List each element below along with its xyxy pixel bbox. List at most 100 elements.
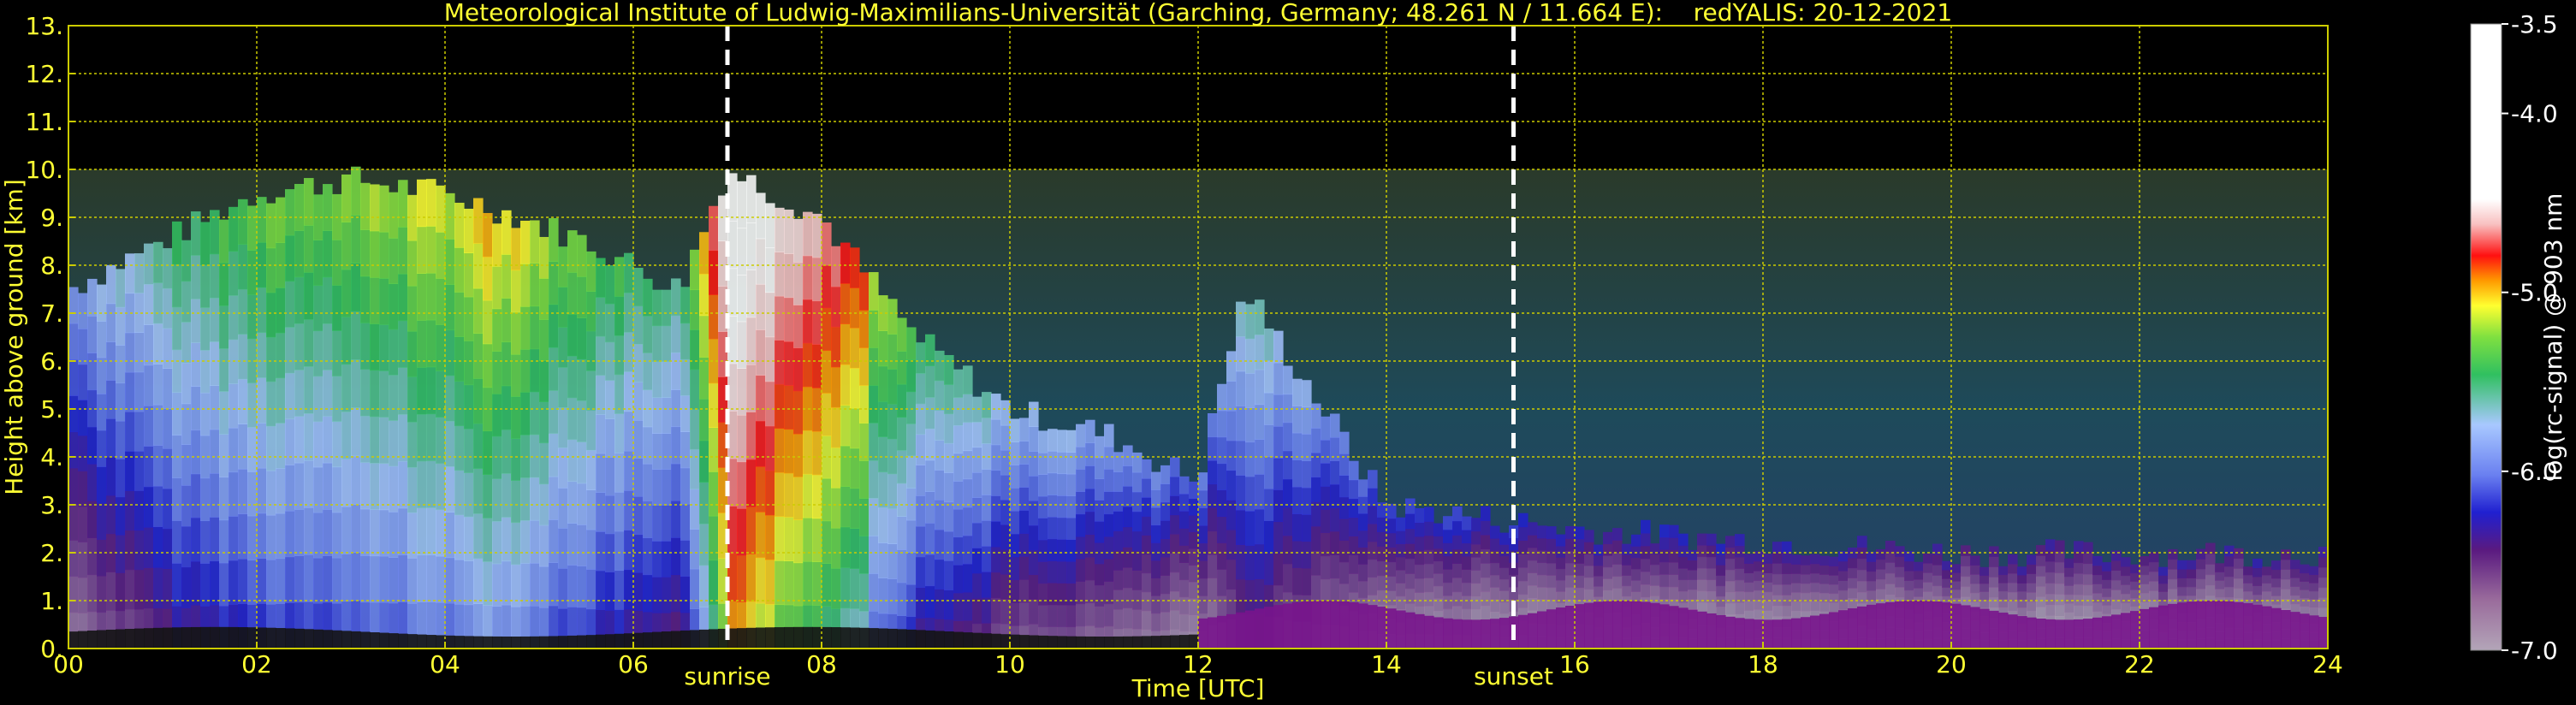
heat-cell bbox=[775, 428, 785, 473]
heat-cell bbox=[1575, 538, 1585, 552]
heat-cell bbox=[1669, 524, 1679, 538]
heat-cell bbox=[1113, 530, 1124, 551]
heat-cell bbox=[831, 487, 841, 529]
boundary-layer-cell bbox=[2187, 601, 2197, 649]
heat-cell bbox=[699, 315, 709, 358]
heat-cell bbox=[812, 518, 822, 562]
heat-cell bbox=[1113, 491, 1124, 512]
x-tick-label: 10 bbox=[994, 650, 1025, 678]
heat-cell bbox=[116, 496, 126, 536]
heat-cell bbox=[483, 474, 493, 518]
heat-cell bbox=[746, 554, 757, 602]
heat-cell bbox=[1452, 520, 1463, 536]
boundary-layer-cell bbox=[2281, 609, 2291, 649]
heat-cell bbox=[1085, 557, 1095, 581]
heat-cell bbox=[1895, 556, 1905, 567]
heat-cell bbox=[191, 473, 201, 518]
heat-cell bbox=[1292, 406, 1303, 434]
heat-cell bbox=[1386, 547, 1397, 563]
heat-cell bbox=[1650, 564, 1660, 576]
heat-cell bbox=[87, 278, 98, 317]
heat-cell bbox=[633, 268, 644, 307]
heat-cell bbox=[2092, 565, 2103, 576]
heat-cell bbox=[200, 222, 211, 265]
heat-cell bbox=[2092, 555, 2103, 566]
heat-cell bbox=[1528, 547, 1538, 561]
heat-cell bbox=[1123, 445, 1133, 466]
heat-cell bbox=[1292, 378, 1303, 406]
heat-cell bbox=[897, 417, 907, 451]
heat-cell bbox=[1857, 580, 1867, 593]
heat-cell bbox=[238, 378, 248, 425]
boundary-layer-cell bbox=[360, 631, 371, 649]
heat-cell bbox=[370, 509, 380, 557]
heat-cell bbox=[426, 366, 436, 415]
heat-cell bbox=[859, 573, 870, 612]
heat-cell bbox=[492, 435, 502, 479]
heat-cell bbox=[699, 398, 709, 441]
heat-cell bbox=[502, 254, 512, 299]
heat-cell bbox=[567, 355, 578, 399]
heat-cell bbox=[1029, 599, 1039, 625]
heat-cell bbox=[614, 491, 625, 532]
heat-cell bbox=[1000, 400, 1011, 426]
heat-cell bbox=[1245, 304, 1255, 340]
heat-cell bbox=[1170, 457, 1180, 477]
heat-cell bbox=[134, 332, 145, 373]
heat-cell bbox=[1829, 575, 1839, 585]
heat-cell bbox=[473, 468, 484, 514]
heat-cell bbox=[1612, 540, 1623, 553]
x-tick-label: 22 bbox=[2124, 650, 2155, 678]
heat-cell bbox=[1801, 583, 1811, 594]
heat-cell bbox=[1989, 577, 1999, 588]
heat-cell bbox=[191, 560, 201, 606]
heat-cell bbox=[1838, 600, 1849, 611]
heat-cell bbox=[1424, 549, 1434, 565]
heat-cell bbox=[1048, 516, 1058, 540]
heat-cell bbox=[351, 359, 361, 408]
heat-cell bbox=[1490, 599, 1500, 613]
heat-cell bbox=[643, 574, 653, 613]
boundary-layer-cell bbox=[944, 631, 954, 649]
heat-cell bbox=[1575, 563, 1585, 577]
boundary-layer-cell bbox=[1179, 635, 1190, 649]
heat-cell bbox=[2300, 564, 2310, 574]
heat-cell bbox=[1518, 554, 1528, 568]
heat-cell bbox=[473, 287, 484, 335]
boundary-layer-cell bbox=[963, 632, 973, 649]
heat-cell bbox=[803, 560, 813, 606]
heat-cell bbox=[125, 371, 135, 412]
heat-cell bbox=[2187, 586, 2197, 596]
heat-cell bbox=[2300, 572, 2310, 582]
heat-cell bbox=[97, 357, 107, 394]
boundary-layer-cell bbox=[1876, 603, 1886, 649]
heat-cell bbox=[398, 460, 408, 509]
heat-cell bbox=[793, 262, 804, 305]
heat-cell bbox=[972, 548, 982, 574]
boundary-layer-cell bbox=[549, 636, 559, 649]
heat-cell bbox=[1132, 530, 1143, 552]
heat-cell bbox=[1113, 452, 1124, 472]
heat-cell bbox=[1189, 498, 1199, 516]
heat-cell bbox=[1000, 499, 1011, 525]
heat-cell bbox=[125, 253, 135, 294]
heat-cell bbox=[483, 430, 493, 475]
heat-cell bbox=[1085, 419, 1095, 444]
heat-cell bbox=[991, 572, 1001, 599]
heat-cell bbox=[605, 380, 615, 419]
heat-cell bbox=[520, 348, 531, 393]
heat-cell bbox=[285, 372, 295, 420]
boundary-layer-cell bbox=[1979, 608, 1990, 649]
heat-cell bbox=[1885, 572, 1896, 584]
heat-cell bbox=[2140, 584, 2150, 594]
boundary-layer-cell bbox=[878, 628, 888, 649]
heat-cell bbox=[633, 534, 644, 573]
heat-cell bbox=[709, 427, 719, 472]
heat-cell bbox=[436, 185, 446, 233]
boundary-layer-cell bbox=[1264, 607, 1274, 649]
heat-cell bbox=[2224, 566, 2235, 578]
heat-cell bbox=[2140, 565, 2150, 576]
boundary-layer-cell bbox=[1095, 636, 1105, 649]
heat-cell bbox=[614, 335, 625, 376]
heat-cell bbox=[2149, 552, 2159, 563]
